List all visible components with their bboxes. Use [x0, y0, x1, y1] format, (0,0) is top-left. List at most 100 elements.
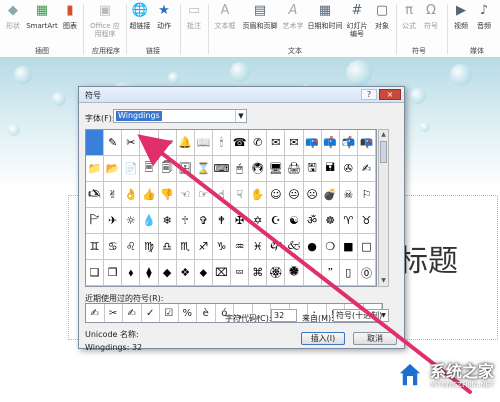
- symbol-cell[interactable]: 📄: [122, 156, 141, 182]
- symbol-cell[interactable]: ✍: [357, 156, 376, 182]
- slide-number-button[interactable]: # 幻灯片 编号: [345, 2, 369, 44]
- symbol-cell[interactable]: ⧫: [140, 260, 159, 286]
- symbol-cell-selected[interactable]: [86, 130, 105, 156]
- symbol-cell[interactable]: ☯: [285, 208, 304, 234]
- symbol-cell[interactable]: 🙰: [267, 234, 286, 260]
- symbol-cell[interactable]: 📫: [321, 130, 340, 156]
- symbol-cell[interactable]: ♊: [86, 234, 105, 260]
- symbol-cell[interactable]: 🖎: [86, 182, 105, 208]
- symbol-cell[interactable]: ॐ: [303, 208, 322, 234]
- font-dropdown[interactable]: Wingdings ▼: [113, 109, 247, 123]
- cancel-button[interactable]: 取消: [353, 332, 397, 345]
- symbol-cell[interactable]: ✂: [122, 130, 141, 156]
- symbol-cell[interactable]: ☺: [267, 182, 286, 208]
- from-dropdown[interactable]: 符号(十进制) ▼: [333, 309, 389, 322]
- equation-button[interactable]: π 公式: [399, 2, 419, 44]
- symbol-cell[interactable]: ✎: [104, 130, 123, 156]
- symbol-cell[interactable]: 📭: [357, 130, 376, 156]
- symbol-cell[interactable]: ☜: [176, 182, 195, 208]
- symbol-cell[interactable]: ●: [303, 234, 322, 260]
- smartart-button[interactable]: ▦ SmartArt: [25, 2, 59, 44]
- symbol-cell[interactable]: 👓: [158, 130, 177, 156]
- symbol-cell[interactable]: ✁: [140, 130, 159, 156]
- symbol-cell[interactable]: ❖: [176, 260, 195, 286]
- symbol-cell[interactable]: 🖨: [285, 156, 304, 182]
- scroll-thumb[interactable]: [380, 141, 387, 163]
- symbol-cell[interactable]: 👎: [158, 182, 177, 208]
- recent-symbol-cell[interactable]: ✓: [142, 304, 160, 322]
- symbol-cell[interactable]: ☎: [231, 130, 250, 156]
- video-button[interactable]: ▶ 视频: [451, 2, 471, 44]
- recent-symbol-cell[interactable]: ☑: [160, 304, 179, 322]
- symbol-cell[interactable]: ✉: [285, 130, 304, 156]
- action-button[interactable]: ★ 动作: [154, 2, 174, 44]
- audio-button[interactable]: ♪ 音频: [474, 2, 494, 44]
- symbol-cell[interactable]: ⌨: [212, 156, 231, 182]
- comment-button[interactable]: ▭ 批注: [184, 2, 204, 44]
- symbol-cell[interactable]: ⬧: [122, 260, 141, 286]
- symbol-cell[interactable]: 🖥: [267, 156, 286, 182]
- symbol-cell[interactable]: ⚐: [357, 182, 376, 208]
- symbol-cell[interactable]: ☠: [339, 182, 358, 208]
- symbol-cell[interactable]: 💣: [321, 182, 340, 208]
- symbol-cell[interactable]: ⬥: [194, 260, 213, 286]
- symbol-cell[interactable]: ♌: [122, 234, 141, 260]
- symbol-cell[interactable]: 🏱: [86, 208, 105, 234]
- symbol-cell[interactable]: ❑: [86, 260, 105, 286]
- recent-symbol-cell[interactable]: ✍: [123, 304, 142, 322]
- symbol-cell[interactable]: ☸: [321, 208, 340, 234]
- symbol-cell[interactable]: 👍: [140, 182, 159, 208]
- symbol-cell[interactable]: 😐: [285, 182, 304, 208]
- symbol-cell[interactable]: 📪: [303, 130, 322, 156]
- symbol-cell[interactable]: ❍: [321, 234, 340, 260]
- symbol-cell[interactable]: ☼: [122, 208, 141, 234]
- symbol-cell[interactable]: ♓: [249, 234, 268, 260]
- insert-button[interactable]: 插入(I): [301, 332, 345, 345]
- symbol-cell[interactable]: ✈: [104, 208, 123, 234]
- symbol-cell[interactable]: 🖬: [321, 156, 340, 182]
- chevron-down-icon[interactable]: ▼: [379, 310, 388, 321]
- symbol-cell[interactable]: ☝: [212, 182, 231, 208]
- symbol-cell[interactable]: 🙵: [285, 234, 304, 260]
- symbol-cell[interactable]: 📬: [339, 130, 358, 156]
- symbol-cell[interactable]: ✡: [249, 208, 268, 234]
- symbol-cell[interactable]: ❒: [104, 260, 123, 286]
- symbol-cell[interactable]: 🕯: [212, 130, 231, 156]
- symbol-cell[interactable]: ⮹: [231, 260, 250, 286]
- symbol-cell[interactable]: ✋: [249, 182, 268, 208]
- symbol-cell[interactable]: ▯: [339, 260, 358, 286]
- symbol-cell[interactable]: 🗄: [176, 156, 195, 182]
- symbol-cell[interactable]: ♒: [231, 234, 250, 260]
- recent-symbol-cell[interactable]: è: [197, 304, 216, 322]
- symbol-cell[interactable]: ♑: [212, 234, 231, 260]
- symbol-cell[interactable]: ✉: [267, 130, 286, 156]
- symbol-grid-scrollbar[interactable]: ▲ ▼: [378, 129, 389, 287]
- recent-symbol-cell[interactable]: %: [179, 304, 197, 322]
- char-code-input[interactable]: 32: [271, 309, 297, 322]
- symbol-cell[interactable]: 🏵: [267, 260, 286, 286]
- symbol-cell[interactable]: ☹: [303, 182, 322, 208]
- symbol-cell[interactable]: 👌: [122, 182, 141, 208]
- symbol-cell[interactable]: 🕆: [176, 208, 195, 234]
- scroll-up-icon[interactable]: ▲: [379, 130, 388, 140]
- symbol-cell[interactable]: ✆: [249, 130, 268, 156]
- symbol-cell[interactable]: 🙶: [303, 260, 322, 286]
- symbol-cell[interactable]: ♏: [176, 234, 195, 260]
- chart-button[interactable]: ▮ 图表: [60, 2, 80, 44]
- symbol-cell[interactable]: ❄: [158, 208, 177, 234]
- symbol-cell[interactable]: ♐: [194, 234, 213, 260]
- help-button[interactable]: ?: [361, 89, 377, 100]
- office-apps-button[interactable]: ▣ Office 应用程序: [88, 2, 122, 44]
- symbol-cell[interactable]: ⌧: [212, 260, 231, 286]
- textbox-button[interactable]: A 文本框: [212, 2, 238, 44]
- symbol-cell[interactable]: 📖: [194, 130, 213, 156]
- symbol-cell[interactable]: 🗏: [140, 156, 159, 182]
- symbol-cell[interactable]: ♈: [339, 208, 358, 234]
- slide-title-text[interactable]: 标题: [398, 236, 458, 280]
- symbol-cell[interactable]: 🖲: [249, 156, 268, 182]
- symbol-cell[interactable]: ⌘: [249, 260, 268, 286]
- symbol-cell[interactable]: ⓪: [357, 260, 376, 286]
- hyperlink-button[interactable]: 🌐 超链接: [129, 2, 151, 44]
- symbol-cell[interactable]: □: [357, 234, 376, 260]
- symbol-cell[interactable]: ✇: [339, 156, 358, 182]
